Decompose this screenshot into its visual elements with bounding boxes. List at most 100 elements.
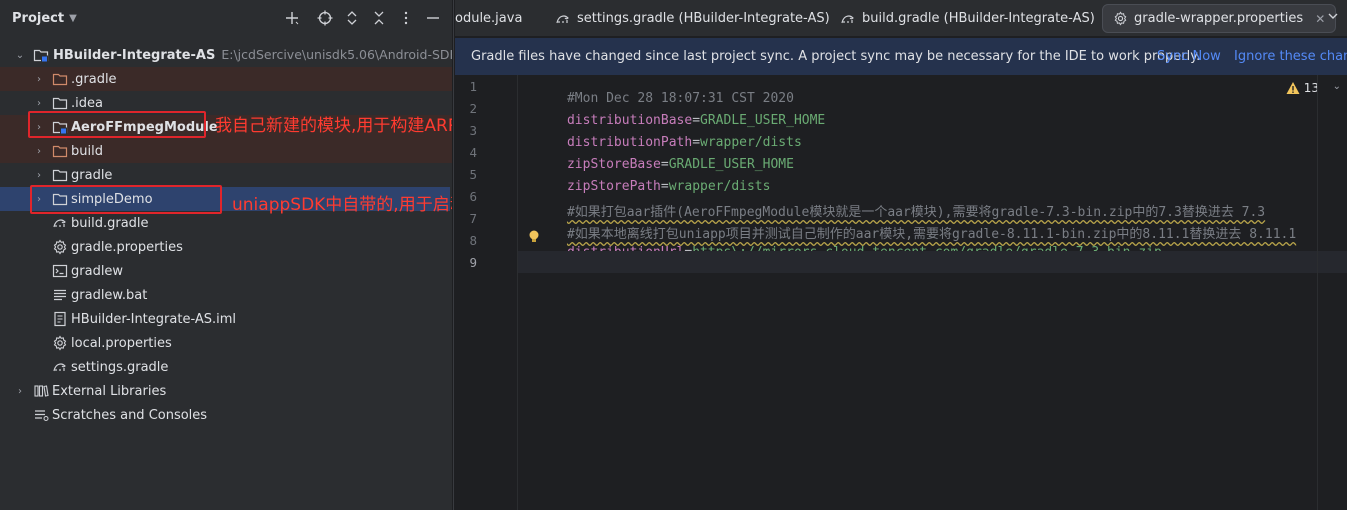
splitter-line (453, 0, 454, 510)
tab-label: settings.gradle (HBuilder-Integrate-AS) (577, 11, 830, 26)
settings-file-icon (52, 239, 68, 255)
tree-item-label: gradlew (71, 263, 124, 279)
code-line-current (518, 251, 1347, 273)
tab-label: odule.java (455, 11, 523, 26)
code-line: zipStorePath=wrapper/dists (566, 179, 771, 194)
tab-settings-gradle[interactable]: settings.gradle (HBuilder-Integrate-AS) (555, 4, 830, 33)
code-line: distributionUrl=https\://mirrors.cloud.t… (520, 230, 1162, 260)
annotation-box-module (28, 111, 206, 138)
tree-item-label: .idea (71, 95, 103, 111)
annotation-text-module: 我自己新建的模块,用于构建ARR原生插件 (215, 116, 452, 136)
line-number: 2 (469, 101, 477, 116)
root-name: HBuilder-Integrate-AS (53, 48, 216, 63)
tree-item-label: gradle.properties (71, 239, 183, 255)
line-number: 9 (469, 255, 477, 270)
close-icon[interactable]: ✕ (1315, 12, 1325, 26)
right-margin-line (1317, 75, 1318, 510)
line-number: 1 (469, 79, 477, 94)
tree-item-label: settings.gradle (71, 359, 169, 375)
chevron-right-icon[interactable]: › (32, 168, 46, 182)
gradle-icon (555, 11, 571, 27)
tree-item-dot-gradle[interactable]: › .gradle (0, 67, 452, 91)
code-line: #如果本地离线打包uniapp项目并测试自己制作的aar模块,需要将gradle… (520, 208, 1296, 242)
chevron-right-icon[interactable]: › (13, 384, 27, 398)
annotation-text-demo: uniappSDK中自带的,用于启动安卓项目 (232, 195, 452, 215)
chevron-down-icon[interactable]: ⌄ (1333, 81, 1341, 92)
line-number: 6 (469, 189, 477, 204)
tree-item-local-properties[interactable]: local.properties (0, 331, 452, 355)
tree-item-build[interactable]: › build (0, 139, 452, 163)
library-icon (33, 383, 49, 399)
settings-file-icon (52, 335, 68, 351)
tree-item-label: local.properties (71, 335, 172, 351)
tree-item-settings-gradle[interactable]: settings.gradle (0, 355, 452, 379)
more-options-icon[interactable] (397, 9, 415, 27)
project-panel: Project ▼ ⌄ HBuilder-Integrate-AS E:\jcd… (0, 0, 452, 510)
chevron-right-icon[interactable]: › (32, 144, 46, 158)
sync-now-link[interactable]: Sync Now (1157, 49, 1221, 64)
banner-message: Gradle files have changed since last pro… (471, 49, 1201, 64)
tab-label: gradle-wrapper.properties (1134, 11, 1304, 26)
tree-item-iml[interactable]: HBuilder-Integrate-AS.iml (0, 307, 452, 331)
code-line: #如果打包aar插件(AeroFFmpegModule模块就是一个aar模块),… (520, 186, 1265, 220)
code-line: zipStoreBase=GRADLE_USER_HOME (566, 157, 794, 172)
gradle-icon (52, 215, 68, 231)
annotation-box-demo (30, 185, 222, 214)
tree-item-external-libraries[interactable]: › External Libraries (0, 379, 452, 403)
tree-item-label: .gradle (71, 71, 117, 87)
terminal-file-icon (52, 263, 68, 279)
minimize-icon[interactable] (424, 9, 442, 27)
plus-icon[interactable] (283, 9, 301, 27)
line-number: 8 (469, 233, 477, 248)
tab-build-gradle[interactable]: build.gradle (HBuilder-Integrate-AS) (840, 4, 1095, 33)
chevron-down-icon[interactable]: ⌄ (13, 48, 27, 62)
gradle-icon (840, 11, 856, 27)
gradle-sync-banner: Gradle files have changed since last pro… (455, 38, 1347, 75)
text-file-icon (52, 287, 68, 303)
scratches-icon (33, 407, 49, 423)
warning-icon (1286, 82, 1300, 94)
tab-gradle-wrapper-properties[interactable]: gradle-wrapper.properties ✕ (1102, 4, 1337, 33)
folder-icon (52, 167, 68, 183)
lightbulb-icon[interactable] (528, 230, 540, 244)
line-number: 3 (469, 123, 477, 138)
folder-icon (52, 71, 68, 87)
inspection-widget[interactable]: 13 (1286, 81, 1319, 95)
tree-item-label: Scratches and Consoles (52, 407, 208, 423)
target-icon[interactable] (316, 9, 334, 27)
chevron-down-icon[interactable] (1327, 10, 1339, 25)
project-view-selector[interactable]: Project (12, 11, 64, 26)
tree-item-gradle[interactable]: › gradle (0, 163, 452, 187)
tree-item-scratches[interactable]: Scratches and Consoles (0, 403, 452, 427)
code-editor[interactable]: #Mon Dec 28 18:07:31 CST 2020 distributi… (518, 75, 1347, 510)
ignore-changes-link[interactable]: Ignore these chang (1234, 49, 1347, 64)
tree-item-gradlew-bat[interactable]: gradlew.bat (0, 283, 452, 307)
tree-item-label: HBuilder-Integrate-AS.iml (71, 311, 237, 327)
line-number: 4 (469, 145, 477, 160)
tree-item-label: gradlew.bat (71, 287, 148, 303)
tab-label: build.gradle (HBuilder-Integrate-AS) (862, 11, 1095, 26)
chevron-right-icon[interactable]: › (32, 72, 46, 86)
tab-module-java[interactable]: odule.java (455, 4, 522, 33)
tree-item-label: build (71, 143, 103, 159)
editor-tabs: odule.java settings.gradle (HBuilder-Int… (455, 0, 1347, 37)
line-number: 7 (469, 211, 477, 226)
collapse-all-icon[interactable] (370, 9, 388, 27)
tree-item-gradlew[interactable]: gradlew (0, 259, 452, 283)
chevron-down-icon[interactable]: ▼ (69, 13, 77, 24)
folder-icon (52, 95, 68, 111)
line-gutter: 1 2 3 4 5 6 7 8 9 (455, 75, 518, 510)
tree-root-row[interactable]: ⌄ HBuilder-Integrate-AS E:\jcdSercive\uni… (0, 43, 452, 67)
settings-file-icon (1113, 11, 1128, 26)
chevron-right-icon[interactable]: › (32, 96, 46, 110)
tree-item-label: gradle (71, 167, 113, 183)
code-line: distributionBase=GRADLE_USER_HOME (566, 113, 826, 128)
expand-all-icon[interactable] (343, 9, 361, 27)
module-folder-icon (33, 47, 49, 63)
code-line: #Mon Dec 28 18:07:31 CST 2020 (520, 76, 794, 106)
gradle-icon (52, 359, 68, 375)
tree-root-label: HBuilder-Integrate-AS E:\jcdSercive\unisd… (53, 47, 452, 63)
tree-item-gradle-properties[interactable]: gradle.properties (0, 235, 452, 259)
code-line: distributionPath=wrapper/dists (566, 135, 802, 150)
line-number: 5 (469, 167, 477, 182)
